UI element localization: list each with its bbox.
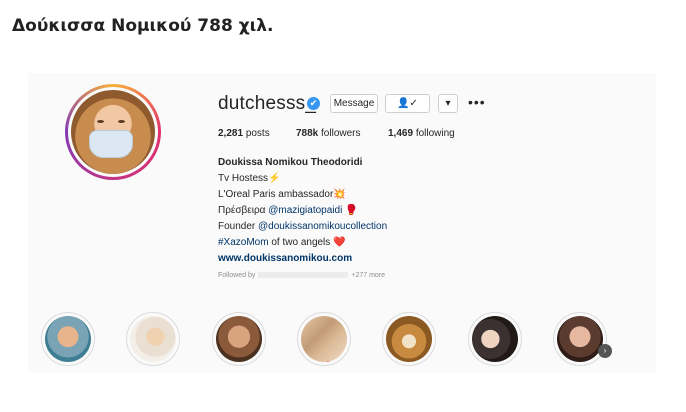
highlight-cover bbox=[216, 316, 262, 362]
highlight-cover bbox=[301, 316, 347, 362]
website-link[interactable]: www.doukissanomikou.com bbox=[218, 251, 518, 267]
mention-link[interactable]: @mazigiatopaidi bbox=[268, 205, 342, 216]
more-options-icon[interactable]: ••• bbox=[468, 94, 486, 110]
highlight-cover bbox=[557, 316, 603, 362]
bio-line-1: Tv Hostess⚡ bbox=[218, 173, 281, 184]
bio-line-3: Πρέσβειρα @mazigiatopaidi 🥊 bbox=[218, 205, 358, 216]
followers-count: 788k bbox=[296, 128, 319, 139]
message-button[interactable]: Message bbox=[330, 94, 378, 113]
avatar[interactable] bbox=[65, 84, 161, 180]
suggestions-dropdown-button[interactable]: ▾ bbox=[438, 94, 458, 113]
face-mask bbox=[89, 130, 133, 158]
story-highlight[interactable] bbox=[212, 312, 266, 366]
bio-line-5: #XazoMom of two angels ❤️ bbox=[218, 237, 346, 248]
chevron-right-icon[interactable]: › bbox=[598, 344, 612, 358]
highlight-cover bbox=[386, 316, 432, 362]
full-name: Doukissa Nomikou Theodoridi bbox=[218, 157, 363, 168]
posts-stat[interactable]: 2,281 posts bbox=[218, 128, 270, 139]
story-highlight[interactable] bbox=[553, 312, 607, 366]
following-button[interactable]: 👤✓ bbox=[385, 94, 430, 113]
verified-badge-icon: ✔ bbox=[307, 97, 320, 110]
story-highlight[interactable] bbox=[468, 312, 522, 366]
hashtag-link[interactable]: #XazoMom bbox=[218, 237, 269, 248]
mention-link[interactable]: @doukissanomikoucollection bbox=[258, 221, 387, 232]
following-stat[interactable]: 1,469 following bbox=[388, 128, 455, 139]
story-highlight[interactable] bbox=[41, 312, 95, 366]
highlight-cover bbox=[472, 316, 518, 362]
instagram-profile-screenshot: dutchesss_ ✔ Message 👤✓ ▾ ••• 2,281 post… bbox=[28, 73, 656, 373]
followed-by-names-blurred bbox=[258, 272, 349, 279]
followers-stat[interactable]: 788k followers bbox=[296, 128, 361, 139]
posts-count: 2,281 bbox=[218, 128, 244, 139]
bio-line-4: Founder @doukissanomikoucollection bbox=[218, 221, 388, 232]
following-count: 1,469 bbox=[388, 128, 414, 139]
article-title: Δούκισσα Νομικού 788 χιλ. bbox=[12, 16, 274, 36]
bio: Doukissa Nomikou Theodoridi Tv Hostess⚡ … bbox=[218, 155, 518, 267]
posts-label: posts bbox=[245, 128, 270, 139]
profile-photo bbox=[71, 90, 155, 174]
bio-line-2: L'Oreal Paris ambassador💥 bbox=[218, 189, 346, 200]
story-highlight[interactable] bbox=[382, 312, 436, 366]
following-label: following bbox=[415, 128, 455, 139]
username: dutchesss_ bbox=[218, 93, 317, 114]
followers-label: followers bbox=[321, 128, 361, 139]
story-highlight[interactable] bbox=[126, 312, 180, 366]
highlight-cover bbox=[130, 316, 176, 362]
followed-by[interactable]: Followed by +277 more bbox=[218, 272, 385, 279]
story-highlight[interactable] bbox=[297, 312, 351, 366]
highlight-cover bbox=[45, 316, 91, 362]
